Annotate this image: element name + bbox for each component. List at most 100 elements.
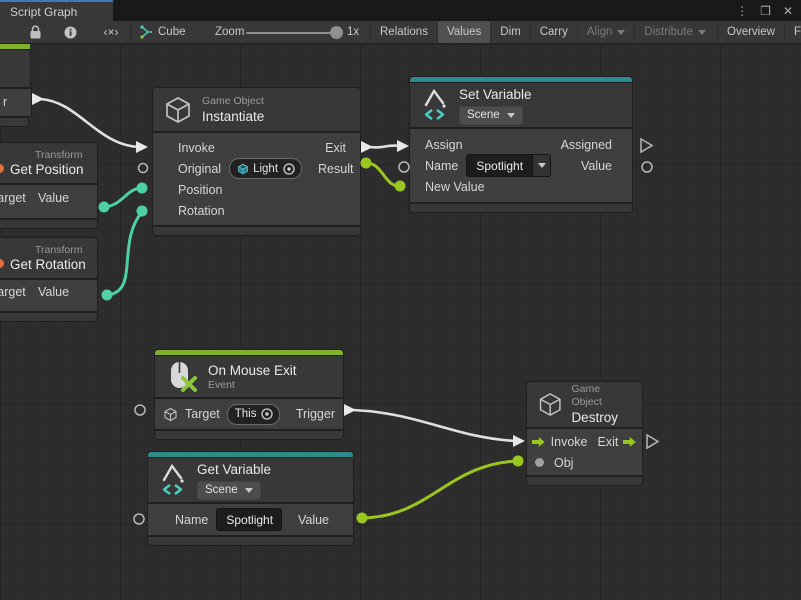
transform-icon	[0, 164, 4, 173]
variable-scope-dropdown[interactable]: Scene	[197, 481, 261, 500]
relations-button[interactable]: Relations	[370, 21, 437, 43]
port-label-target: Target	[0, 285, 26, 299]
node-destroy[interactable]: Game Object Destroy Invoke Exit Obj	[527, 382, 642, 485]
variable-name-dropdown[interactable]: Spotlight	[466, 154, 551, 177]
node-footer	[0, 220, 97, 228]
flow-port-in-icon[interactable]	[532, 436, 546, 448]
node-footer	[155, 431, 343, 439]
event-node-fragment-header[interactable]	[0, 50, 30, 87]
object-picker-icon[interactable]	[282, 162, 296, 176]
value-port-icon[interactable]	[535, 458, 544, 467]
game-object-icon	[163, 407, 178, 422]
maximize-icon[interactable]: ❒	[760, 4, 771, 18]
object-picker-icon[interactable]	[260, 407, 274, 421]
event-node-fragment-label: r	[3, 95, 7, 109]
node-title: On Mouse Exit	[208, 362, 297, 379]
port-label-assign: Assign	[425, 138, 463, 152]
port-label-value: Value	[38, 191, 69, 205]
port-label-value: Value	[298, 513, 329, 527]
mouse-exit-icon	[165, 360, 199, 394]
node-title: Get Variable	[197, 461, 271, 478]
port-label-invoke: Invoke	[178, 141, 215, 155]
align-dropdown[interactable]: Align	[577, 21, 635, 43]
variable-icon	[158, 464, 188, 496]
object-field-light[interactable]: Light	[229, 158, 302, 179]
transform-icon	[0, 259, 4, 268]
dim-button[interactable]: Dim	[490, 21, 529, 43]
event-node-fragment-body[interactable]: r	[0, 89, 31, 116]
zoom-label: Zoom	[215, 21, 244, 43]
node-title: Get Position	[10, 161, 84, 178]
carry-button[interactable]: Carry	[530, 21, 577, 43]
node-footer	[410, 204, 632, 212]
node-on-mouse-exit[interactable]: On Mouse Exit Event Target This Trigger	[155, 350, 343, 439]
cube-icon	[163, 95, 193, 125]
values-button[interactable]: Values	[437, 21, 490, 43]
tab-script-graph[interactable]: Script Graph	[0, 0, 113, 21]
node-set-variable[interactable]: Set Variable Scene Assign Assigned Name …	[410, 77, 632, 212]
node-category: Game Object	[571, 383, 632, 409]
node-title: Set Variable	[459, 86, 532, 103]
chevron-down-icon	[617, 30, 625, 35]
toolbar-divider	[130, 24, 131, 40]
zoom-slider-track[interactable]	[246, 32, 338, 34]
code-view-icon[interactable]: ‹×›	[98, 21, 124, 43]
info-icon[interactable]	[62, 21, 78, 43]
node-get-variable[interactable]: Get Variable Scene Name Spotlight Value	[148, 452, 353, 545]
window-menu-icon[interactable]: ⋮	[736, 4, 748, 18]
variable-icon	[420, 89, 450, 121]
port-label-assigned: Assigned	[561, 138, 612, 152]
port-label-value: Value	[581, 159, 612, 173]
node-title: Destroy	[571, 409, 632, 426]
port-label-invoke: Invoke	[551, 435, 588, 449]
chevron-down-icon	[245, 488, 253, 493]
full-screen-button[interactable]: Full Screen	[784, 21, 801, 43]
script-graph-window: Script Graph ⋮ ❒ ✕ ‹×› Cube Zoom	[0, 0, 801, 600]
port-label-obj: Obj	[554, 456, 573, 470]
game-object-icon	[237, 163, 249, 175]
graph-canvas[interactable]	[0, 44, 801, 600]
distribute-dropdown[interactable]: Distribute	[634, 21, 715, 43]
lock-icon[interactable]	[26, 21, 44, 43]
port-label-original: Original	[178, 162, 221, 176]
node-get-position[interactable]: Transform Get Position Target Value	[0, 143, 97, 228]
object-field-this[interactable]: This	[227, 404, 281, 425]
port-label-new-value: New Value	[425, 180, 485, 194]
variable-scope-dropdown[interactable]: Scene	[459, 106, 523, 125]
close-icon[interactable]: ✕	[783, 4, 793, 18]
chevron-down-icon	[698, 30, 706, 35]
node-title: Instantiate	[202, 108, 264, 125]
node-category: Game Object	[202, 95, 264, 108]
node-footer	[0, 313, 97, 321]
node-footer	[148, 537, 353, 545]
port-label-target: Target	[185, 407, 220, 421]
title-bar: Script Graph ⋮ ❒ ✕	[0, 0, 801, 21]
event-node-fragment-footer	[0, 118, 28, 126]
node-get-rotation[interactable]: Transform Get Rotation Target Value	[0, 238, 97, 321]
port-label-name: Name	[425, 159, 458, 173]
overview-button[interactable]: Overview	[717, 21, 784, 43]
node-footer	[153, 227, 360, 235]
port-label-value: Value	[38, 285, 69, 299]
port-label-exit: Exit	[325, 141, 346, 155]
graph-toolbar: ‹×› Cube Zoom 1x Relations Values Dim Ca…	[0, 21, 801, 44]
port-label-target: Target	[0, 191, 26, 205]
graph-breadcrumb-icon	[138, 21, 155, 43]
variable-name-dropdown[interactable]: Spotlight	[216, 508, 282, 531]
port-label-position: Position	[178, 183, 222, 197]
port-label-rotation: Rotation	[178, 204, 225, 218]
node-footer	[527, 477, 642, 485]
zoom-slider-knob[interactable]	[330, 26, 343, 39]
port-label-trigger: Trigger	[296, 407, 335, 421]
zoom-value: 1x	[347, 21, 359, 43]
chevron-down-icon	[507, 113, 515, 118]
node-subtitle: Event	[208, 379, 297, 392]
cube-icon	[537, 391, 563, 418]
tab-label: Script Graph	[10, 5, 77, 19]
node-instantiate[interactable]: Game Object Instantiate Invoke Exit Orig…	[153, 88, 360, 235]
flow-port-out-icon[interactable]	[623, 436, 637, 448]
chevron-down-icon	[538, 163, 546, 168]
node-title: Get Rotation	[10, 256, 86, 273]
port-label-name: Name	[175, 513, 208, 527]
graph-breadcrumb[interactable]: Cube	[158, 21, 186, 43]
